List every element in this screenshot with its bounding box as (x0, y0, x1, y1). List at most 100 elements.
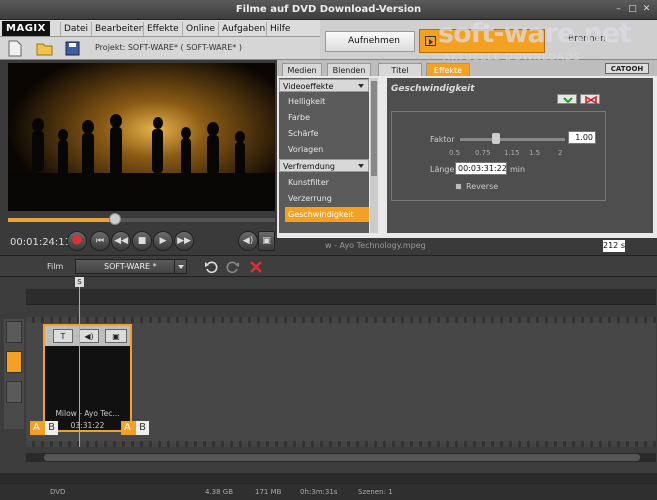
effect-geschwindigkeit[interactable]: Geschwindigkeit (285, 207, 369, 222)
transition-in-button[interactable]: AB (30, 421, 58, 435)
video-clip[interactable]: T ◀) ▣ Milow - Ayo Tec... 03:31:22 (43, 324, 132, 432)
medium-size: 4.38 GB (205, 488, 234, 496)
group-verfremdung[interactable]: Verfremdung (279, 159, 369, 172)
maximize-icon[interactable]: □ (627, 4, 638, 15)
effects-panel: Medien Blenden Titel Effekte CATOOH Vide… (277, 60, 657, 255)
project-name: Projekt: SOFT-WARE* ( SOFT-WARE* ) (95, 43, 242, 52)
chevron-down-icon (563, 97, 573, 104)
close-icon[interactable]: ✕ (641, 4, 652, 15)
rewind-icon[interactable]: ◀◀ (111, 231, 131, 251)
timeline-mode-button[interactable] (6, 381, 22, 403)
settings-title: Geschwindigkeit (391, 84, 475, 94)
remove-icon[interactable] (580, 94, 600, 105)
speed-box: Faktor 0.5 0.75 1.15 1.5 2 1.00 Länge 00… (391, 111, 606, 201)
clip-title: Milow - Ayo Tec... (55, 409, 120, 418)
apply-icon[interactable] (557, 94, 577, 104)
effect-verzerrung[interactable]: Verzerrung (285, 191, 369, 206)
save-icon[interactable] (64, 40, 81, 57)
chevron-down-icon[interactable] (174, 260, 186, 273)
transition-out-b: B (136, 421, 149, 435)
scene-mode-button[interactable] (6, 351, 22, 373)
timeline: T ◀) ▣ Milow - Ayo Tec... 03:31:22 AB AB… (0, 277, 657, 473)
start-marker[interactable]: S (75, 277, 84, 287)
faktor-tick: 1.5 (529, 149, 541, 157)
film-strip-bottom (26, 441, 656, 447)
faktor-slider-handle[interactable] (492, 133, 500, 144)
undo-icon[interactable] (204, 260, 218, 274)
laenge-label: Länge (430, 165, 455, 174)
group-videoeffekte[interactable]: Videoeffekte (279, 79, 369, 92)
fullscreen-icon[interactable]: ▣ (258, 231, 275, 251)
scrollbar-thumb[interactable] (371, 81, 377, 176)
tab-effekte[interactable]: Effekte (426, 63, 470, 76)
record-icon[interactable]: ● (67, 231, 87, 251)
menu-aufgaben[interactable]: Aufgaben (218, 22, 268, 36)
menu-datei[interactable]: Datei (60, 22, 91, 36)
effect-farbe[interactable]: Farbe (285, 110, 369, 125)
faktor-slider[interactable] (460, 138, 565, 141)
delete-icon[interactable] (249, 260, 263, 274)
faktor-tick: 1.15 (504, 149, 520, 157)
video-preview[interactable] (8, 63, 275, 211)
speed-settings: Geschwindigkeit Faktor 0.5 0.75 1.15 1.5… (387, 78, 653, 233)
record-button-label: Aufnehmen (348, 36, 400, 46)
effects-list-scrollbar[interactable] (370, 78, 378, 233)
minimize-icon[interactable]: – (613, 4, 624, 15)
film-select[interactable]: SOFT-WARE * (75, 259, 187, 274)
effect-kunstfilter[interactable]: Kunstfilter (285, 175, 369, 190)
film-strip-top (26, 317, 656, 323)
tab-blenden[interactable]: Blenden (327, 63, 371, 76)
seek-handle[interactable] (108, 213, 121, 225)
reverse-checkbox[interactable] (455, 183, 462, 190)
storyboard-mode-button[interactable] (6, 321, 22, 343)
seek-bar[interactable] (8, 218, 275, 222)
skip-start-icon[interactable]: ⏮ (90, 231, 110, 251)
timeline-scrollbar[interactable] (26, 453, 656, 462)
catooh-button[interactable]: CATOOH (605, 63, 649, 74)
menu-online[interactable]: Online (182, 22, 218, 36)
scrollbar-thumb[interactable] (44, 454, 640, 461)
laenge-unit: min (510, 165, 526, 174)
record-button[interactable]: Aufnehmen (325, 31, 415, 52)
watermark-logo: soft-ware.net (438, 18, 632, 49)
menu-bar: MAGIX Datei Bearbeiten Effekte Online Au… (0, 20, 320, 37)
burn-icon (425, 36, 436, 46)
used-size: 171 MB (255, 488, 282, 496)
clip-audio-icon[interactable]: ◀) (79, 329, 99, 343)
tab-titel[interactable]: Titel (378, 63, 422, 76)
film-bar: Film SOFT-WARE * (0, 255, 657, 277)
file-name: w - Ayo Technology.mpeg (325, 241, 426, 250)
video-panel: 00:01:24:11 ● ⏮ ◀◀ ■ ▶ ▶▶ ◀) ▣ (0, 60, 277, 255)
menu-hilfe[interactable]: Hilfe (266, 22, 293, 36)
redo-icon[interactable] (226, 260, 240, 274)
open-folder-icon[interactable] (36, 40, 53, 57)
effect-vorlagen[interactable]: Vorlagen (285, 142, 369, 157)
transition-out-button[interactable]: AB (121, 421, 149, 435)
playhead[interactable] (79, 283, 80, 447)
concert-frame (8, 63, 275, 211)
faktor-input[interactable]: 1.00 (568, 131, 596, 144)
new-file-icon[interactable] (6, 40, 23, 57)
faktor-tick: 2 (558, 149, 563, 157)
film-select-value: SOFT-WARE * (104, 262, 157, 271)
clip-title-icon[interactable]: T (53, 329, 73, 343)
tab-medien[interactable]: Medien (282, 63, 322, 76)
volume-icon[interactable]: ◀) (238, 231, 258, 251)
clip-toolbar: T ◀) ▣ (45, 326, 130, 346)
effect-helligkeit[interactable]: Helligkeit (285, 94, 369, 109)
menu-bearbeiten[interactable]: Bearbeiten (91, 22, 147, 36)
window-title: Filme auf DVD Download-Version (235, 4, 422, 15)
scene-count: Szenen: 1 (358, 488, 393, 496)
stop-icon[interactable]: ■ (132, 231, 152, 251)
time-ruler[interactable] (26, 289, 656, 305)
clip-effects-icon[interactable]: ▣ (105, 329, 127, 343)
media-tabs: Medien Blenden Titel Effekte CATOOH (277, 60, 657, 76)
fast-forward-icon[interactable]: ▶▶ (174, 231, 194, 251)
laenge-input[interactable]: 00:03:31:22 (455, 162, 507, 175)
menu-effekte[interactable]: Effekte (143, 22, 182, 36)
effect-schaerfe[interactable]: Schärfe (285, 126, 369, 141)
view-modes (4, 319, 24, 429)
faktor-label: Faktor (430, 135, 455, 144)
play-icon[interactable]: ▶ (153, 231, 173, 251)
status-bar: DVD 4.38 GB 171 MB 0h:3m:31s Szenen: 1 (0, 483, 657, 500)
